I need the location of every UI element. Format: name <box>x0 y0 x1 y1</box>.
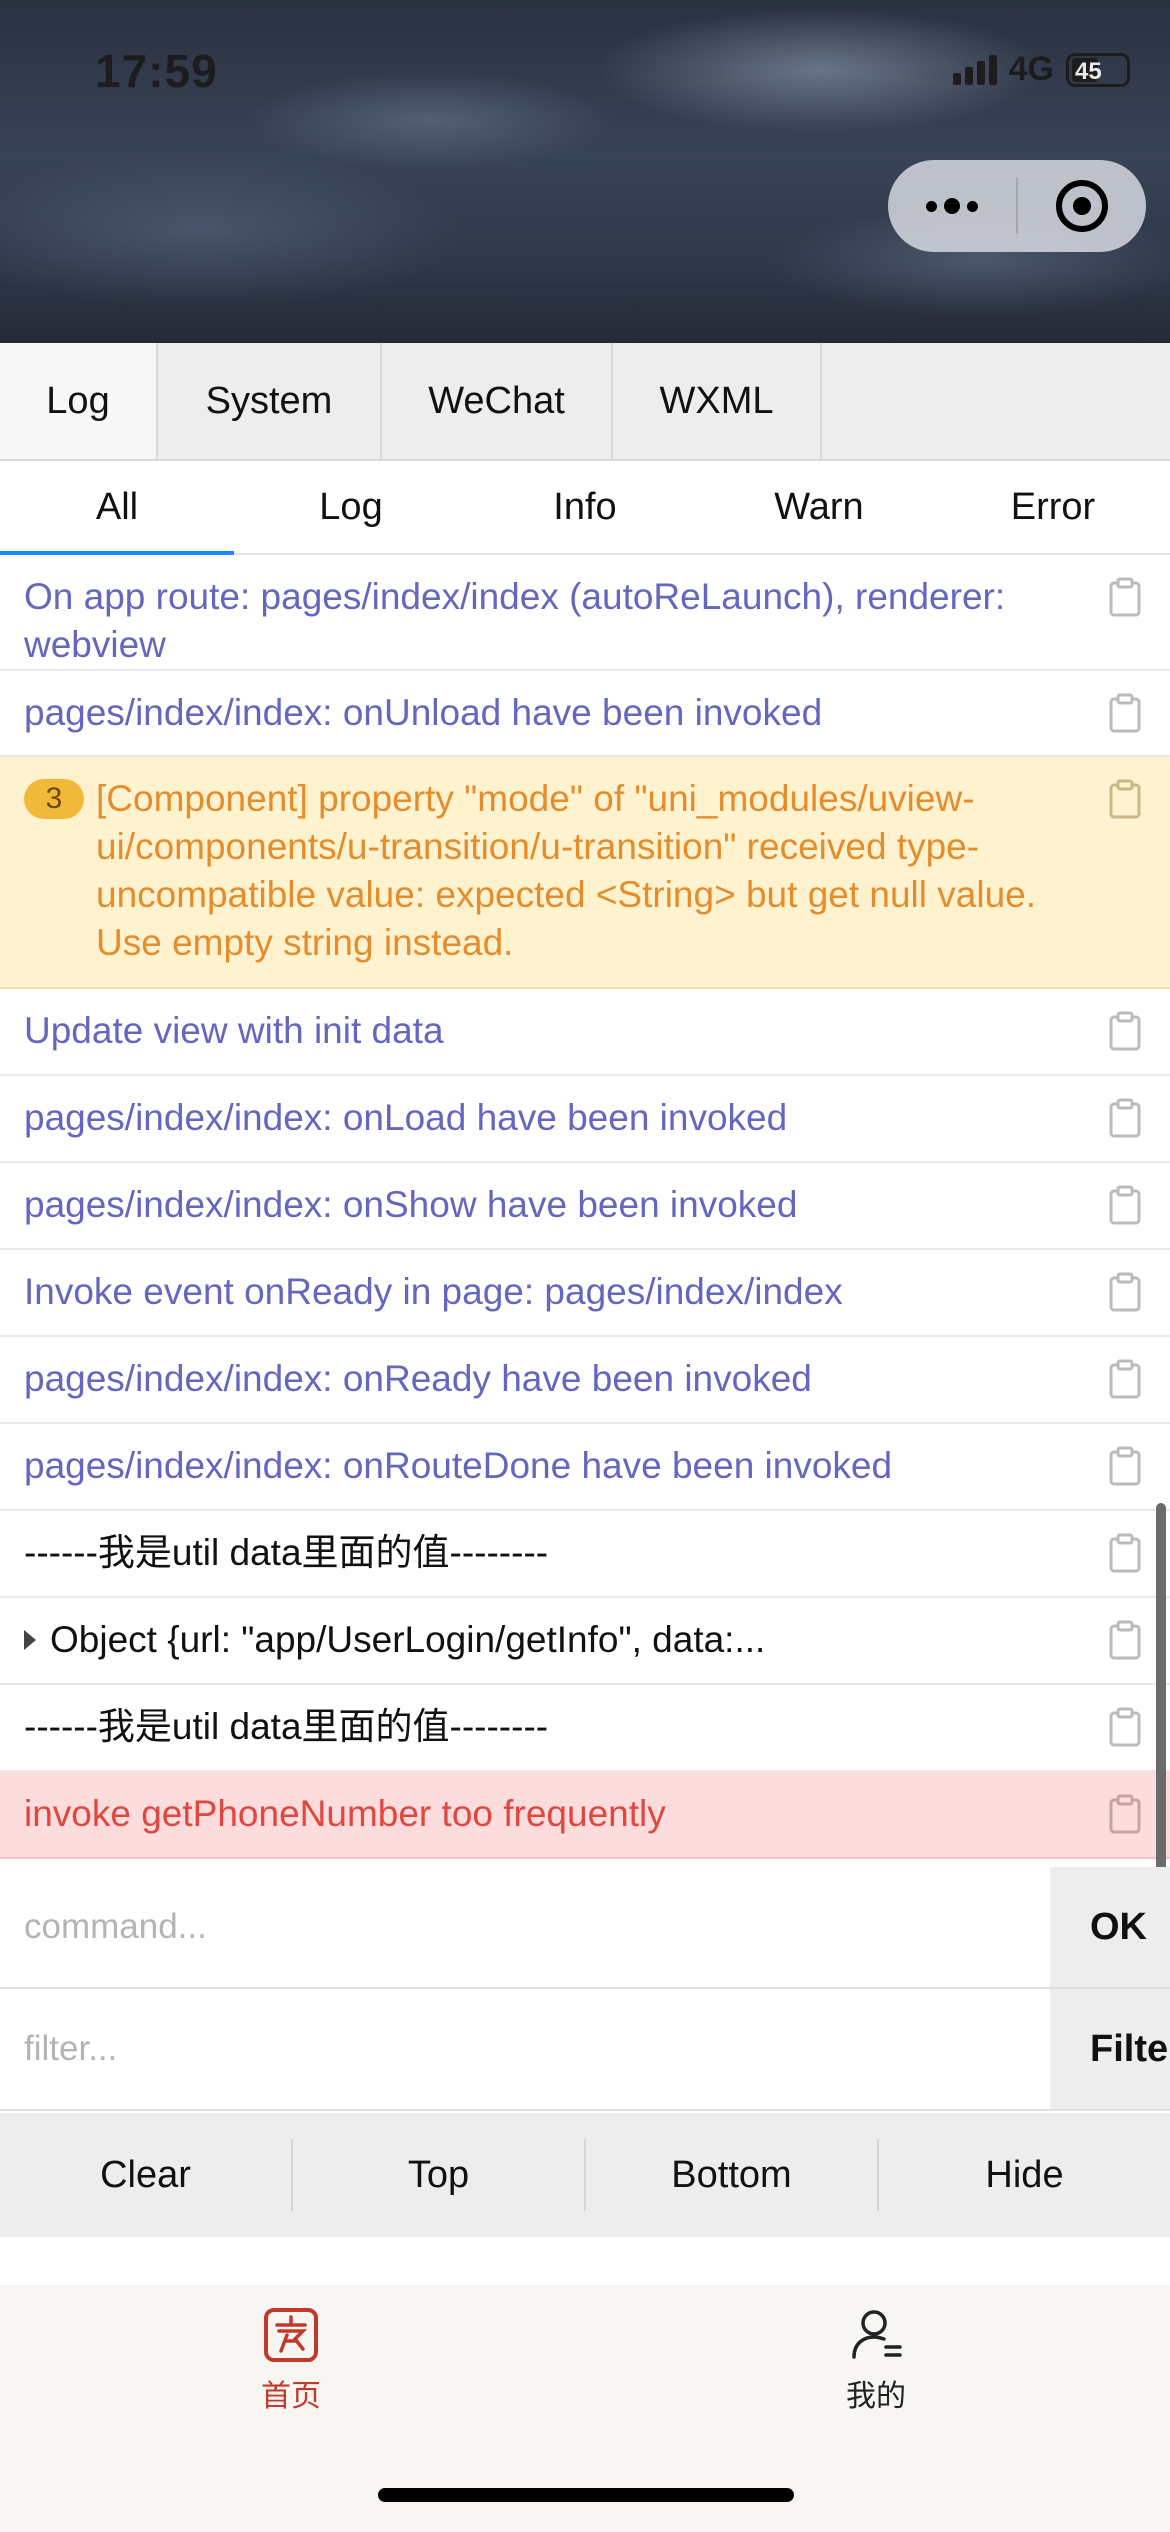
log-text: pages/index/index: onLoad have been invo… <box>24 1097 788 1138</box>
log-row: pages/index/index: onRouteDone have been… <box>0 1424 1170 1511</box>
vconsole-toolbar: Clear Top Bottom Hide <box>0 2113 1170 2237</box>
log-row-error: invoke getPhoneNumber too frequently <box>0 1772 1170 1859</box>
copy-icon[interactable] <box>1108 1272 1142 1312</box>
log-text: [Component] property "mode" of "uni_modu… <box>96 778 1037 963</box>
log-row: pages/index/index: onShow have been invo… <box>0 1163 1170 1250</box>
log-row: Invoke event onReady in page: pages/inde… <box>0 1250 1170 1337</box>
tab-system[interactable]: System <box>158 343 382 459</box>
copy-icon[interactable] <box>1108 1098 1142 1138</box>
log-text: pages/index/index: onRouteDone have been… <box>24 1445 893 1486</box>
copy-icon[interactable] <box>1108 1533 1142 1573</box>
subtab-log[interactable]: Log <box>234 461 468 553</box>
copy-icon[interactable] <box>1108 577 1142 617</box>
network-type: 4G <box>1008 50 1054 88</box>
log-text: invoke getPhoneNumber too frequently <box>24 1793 666 1834</box>
nav-item-profile[interactable]: 我的 <box>786 2305 966 2415</box>
copy-icon[interactable] <box>1108 1011 1142 1051</box>
command-input[interactable] <box>0 1867 1050 1987</box>
battery-level: 45 <box>1075 57 1102 85</box>
command-row: OK <box>0 1867 1170 1989</box>
log-list: On app route: pages/index/index (autoReL… <box>0 555 1170 1859</box>
tab-wechat[interactable]: WeChat <box>382 343 613 459</box>
clear-button[interactable]: Clear <box>0 2139 291 2211</box>
close-miniprogram-button[interactable] <box>1018 160 1146 252</box>
battery-icon: 45 <box>1066 52 1130 87</box>
copy-icon[interactable] <box>1108 1446 1142 1486</box>
subtab-warn[interactable]: Warn <box>702 461 936 553</box>
log-filter-tabs: All Log Info Warn Error <box>0 461 1170 555</box>
top-button[interactable]: Top <box>293 2139 584 2211</box>
app-root: 17:59 4G 45 Log System WeChat WXML All L… <box>0 0 1170 2532</box>
home-seal-icon <box>264 2308 318 2362</box>
log-text: On app route: pages/index/index (autoReL… <box>24 576 1006 665</box>
status-time: 17:59 <box>95 45 218 97</box>
log-row: ------我是util data里面的值-------- <box>0 1511 1170 1598</box>
miniprogram-capsule <box>888 160 1146 252</box>
copy-icon[interactable] <box>1108 779 1142 819</box>
copy-icon[interactable] <box>1108 1185 1142 1225</box>
nav-label-profile: 我的 <box>846 2380 906 2413</box>
log-text: Update view with init data <box>24 1010 444 1051</box>
nav-item-home[interactable]: 首页 <box>201 2305 381 2415</box>
log-row: pages/index/index: onReady have been inv… <box>0 1337 1170 1424</box>
log-text: pages/index/index: onUnload have been in… <box>24 692 823 733</box>
nav-label-home: 首页 <box>261 2380 321 2413</box>
log-text: pages/index/index: onReady have been inv… <box>24 1358 812 1399</box>
log-text: pages/index/index: onShow have been invo… <box>24 1184 798 1225</box>
copy-icon[interactable] <box>1108 1359 1142 1399</box>
log-text: ------我是util data里面的值-------- <box>24 1706 549 1747</box>
log-row: pages/index/index: onUnload have been in… <box>0 671 1170 757</box>
expand-caret-icon[interactable] <box>24 1630 36 1650</box>
hide-button[interactable]: Hide <box>879 2139 1170 2211</box>
log-row: Update view with init data <box>0 989 1170 1076</box>
tab-log[interactable]: Log <box>0 343 158 459</box>
tab-wxml[interactable]: WXML <box>613 343 822 459</box>
subtab-info[interactable]: Info <box>468 461 702 553</box>
copy-icon[interactable] <box>1108 1794 1142 1834</box>
repeat-count-badge: 3 <box>24 779 84 819</box>
log-row: On app route: pages/index/index (autoReL… <box>0 555 1170 671</box>
vconsole-main-tabs: Log System WeChat WXML <box>0 343 1170 461</box>
copy-icon[interactable] <box>1108 693 1142 733</box>
log-row-warning: 3 [Component] property "mode" of "uni_mo… <box>0 757 1170 989</box>
more-dots-icon <box>926 198 978 214</box>
filter-button[interactable]: Filter <box>1050 1989 1170 2109</box>
filter-row: Filter <box>0 1989 1170 2111</box>
subtab-all[interactable]: All <box>0 461 234 555</box>
status-indicators: 4G 45 <box>952 50 1130 89</box>
log-row: pages/index/index: onLoad have been invo… <box>0 1076 1170 1163</box>
copy-icon[interactable] <box>1108 1707 1142 1747</box>
copy-icon[interactable] <box>1108 1620 1142 1660</box>
user-profile-icon <box>852 2310 902 2359</box>
log-row: ------我是util data里面的值-------- <box>0 1685 1170 1772</box>
filter-input[interactable] <box>0 1989 1050 2109</box>
subtab-error[interactable]: Error <box>936 461 1170 553</box>
more-button[interactable] <box>888 160 1016 252</box>
signal-icon <box>952 54 997 85</box>
log-row-expandable-object[interactable]: Object {url: "app/UserLogin/getInfo", da… <box>0 1598 1170 1685</box>
log-text: Invoke event onReady in page: pages/inde… <box>24 1271 843 1312</box>
target-close-icon <box>1056 180 1108 232</box>
home-indicator <box>378 2488 794 2502</box>
log-text: ------我是util data里面的值-------- <box>24 1532 549 1573</box>
command-ok-button[interactable]: OK <box>1050 1867 1170 1987</box>
bottom-button[interactable]: Bottom <box>586 2139 877 2211</box>
log-text: Object {url: "app/UserLogin/getInfo", da… <box>50 1619 766 1660</box>
